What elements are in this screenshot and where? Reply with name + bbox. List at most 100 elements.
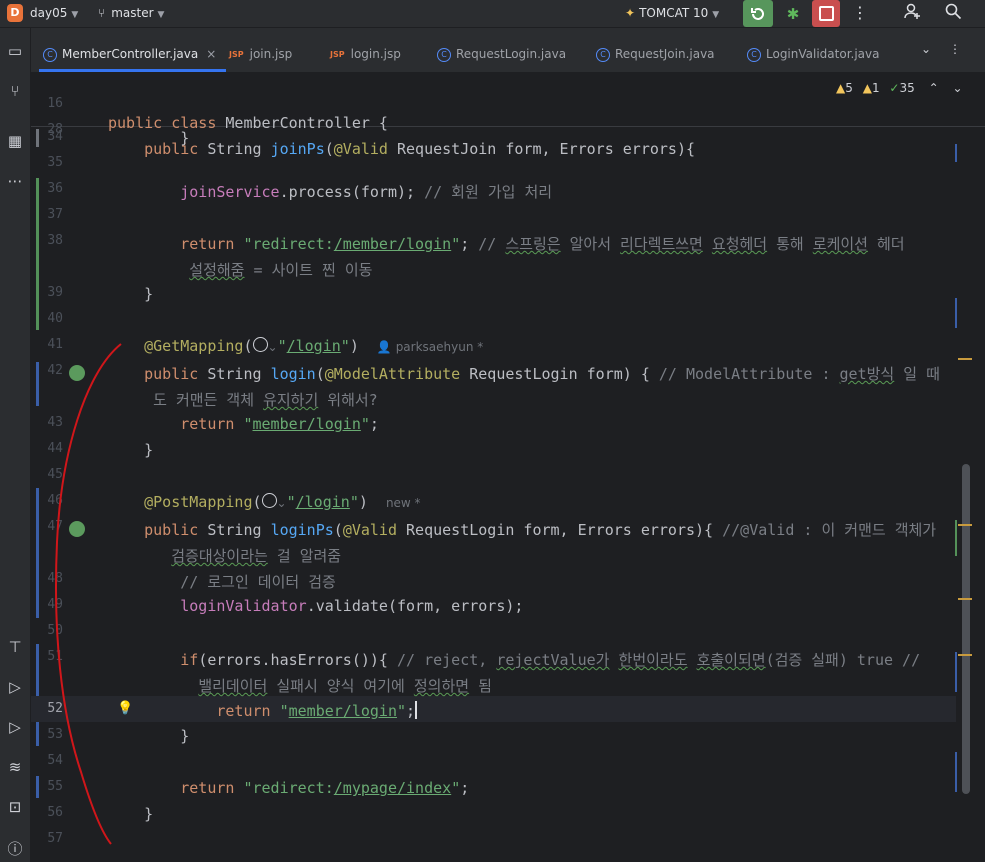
code-text: @PostMapping(⌄"/login") new * [144,493,421,511]
stop-icon [818,6,834,21]
warning-count: 5 [845,81,853,95]
layers-icon[interactable]: ≋ [0,758,30,776]
author-inlay[interactable]: new * [386,496,421,510]
weak-warning-icon: ▲ [862,81,872,95]
tab-membercontroller[interactable]: C MemberController.java × [38,28,227,72]
add-user-button[interactable] [903,2,921,24]
project-badge[interactable]: D [7,4,23,22]
globe-icon[interactable] [261,493,277,508]
project-name: day05 [30,6,68,20]
java-class-icon: C [437,47,451,62]
debug-icon: ✱ [786,4,800,23]
web-endpoint-icon[interactable] [69,521,85,537]
line-number: 54 [47,753,63,768]
java-class-icon: C [596,47,610,62]
branch-selector[interactable]: ⑂ master ▼ [98,6,164,20]
line-number: 44 [47,441,63,456]
code-text: } [108,285,154,303]
problems-icon[interactable]: ⓘ [0,838,30,859]
warning-scroll-marker[interactable] [958,654,972,656]
jsp-file-icon: JSP [229,49,244,59]
debug-button[interactable]: ✱ [778,0,808,27]
run-button[interactable] [743,0,773,27]
author-inlay[interactable]: 👤 parksaehyun * [377,340,483,354]
search-icon [945,3,962,20]
tab-label: RequestJoin.java [615,47,715,61]
tab-login-jsp[interactable]: JSP login.jsp [330,28,401,72]
code-text: loginValidator.validate(form, errors); [180,597,524,615]
line-number: 37 [47,207,63,222]
warning-scroll-marker[interactable] [958,358,972,360]
tab-loginvalidator[interactable]: C LoginValidator.java [747,28,879,72]
change-marker [36,178,39,330]
run-configuration-selector[interactable]: ✦ TOMCAT 10 ▼ [625,6,719,20]
code-text: 밸리데이터 실패시 양식 여기에 정의하면 됨 [198,677,492,695]
java-class-icon: C [747,47,761,62]
run-icon [751,7,764,20]
code-text: 설정해줌 = 사이트 찐 이동 [189,261,373,279]
line-number: 49 [47,597,63,612]
tab-label: RequestLogin.java [456,47,567,61]
tab-join-jsp[interactable]: JSP join.jsp [229,28,292,72]
chevron-down-icon[interactable]: ⌄ [952,81,962,95]
line-number: 56 [47,805,63,820]
search-button[interactable] [944,2,962,24]
code-text: if(errors.hasErrors()){ // reject, rejec… [180,651,921,669]
tomcat-icon: ✦ [625,6,636,20]
scroll-marker [955,144,957,162]
project-folder-icon[interactable]: ▭ [0,42,30,60]
inspection-widget[interactable]: ▲5 ▲1 ✓35 ⌃ ⌄ [836,81,963,95]
tab-list-chevron-icon[interactable]: ⌄ [921,42,931,56]
line-number: 57 [47,831,63,846]
code-text: 검증대상이라는 걸 알려줌 [171,547,342,565]
vertical-scrollbar[interactable] [962,464,970,794]
jsp-file-icon: JSP [330,49,345,59]
tab-requestjoin[interactable]: C RequestJoin.java [596,28,715,72]
code-editor[interactable]: 16 public class MemberController { 28 pu… [31,72,985,862]
code-text: public String joinPs(@Valid RequestJoin … [144,140,696,158]
globe-icon[interactable] [252,337,268,352]
java-class-icon: C [43,47,57,62]
author-name: parksaehyun * [395,340,484,354]
services-icon[interactable]: ▷ [0,678,30,696]
left-tool-window-bar: ▭ ⑂ ▦ ⋯ ⊤ ▷ ▷ ≋ ⊡ ⓘ [0,28,31,862]
close-tab-icon[interactable]: × [206,47,216,61]
project-selector[interactable]: day05 ▼ [30,6,78,20]
code-text: return "member/login"; [216,701,418,720]
line-number: 41 [47,337,63,352]
line-number: 47 [47,519,63,534]
more-tools-icon[interactable]: ⋯ [0,172,30,190]
terminal-icon[interactable]: ⊡ [0,798,30,816]
run-tool-icon[interactable]: ▷ [0,718,30,736]
line-number: 35 [47,155,63,170]
code-text: joinService.process(form); // 회원 가입 처리 [180,183,553,201]
web-endpoint-icon[interactable] [69,365,85,381]
add-user-icon [904,3,920,19]
line-number: 45 [47,467,63,482]
endpoints-icon[interactable]: ⊤ [0,638,30,656]
tab-label: MemberController.java [62,47,199,61]
line-number: 55 [47,779,63,794]
commit-icon[interactable]: ⑂ [0,82,30,100]
tab-requestlogin[interactable]: C RequestLogin.java [437,28,566,72]
line-number: 52 [47,701,63,716]
code-text: } [108,441,154,459]
tab-more-icon[interactable]: ⋮ [949,42,961,56]
chevron-down-icon: ▼ [71,10,79,20]
scroll-marker [955,752,957,792]
line-number: 50 [47,623,63,638]
code-text: public String loginPs(@Valid RequestLogi… [144,521,937,539]
line-number: 51 [47,649,63,664]
line-number: 42 [47,363,63,378]
warning-scroll-marker[interactable] [958,524,972,526]
chevron-up-icon[interactable]: ⌃ [929,81,939,95]
more-actions-button[interactable]: ⋮ [852,3,868,22]
tab-label: login.jsp [350,47,401,61]
warning-scroll-marker[interactable] [958,598,972,600]
line-number: 53 [47,727,63,742]
text-caret [415,701,418,719]
structure-icon[interactable]: ▦ [0,132,30,150]
line-number: 46 [47,493,63,508]
stop-button[interactable] [812,0,840,27]
user-icon: 👤 [376,340,392,354]
